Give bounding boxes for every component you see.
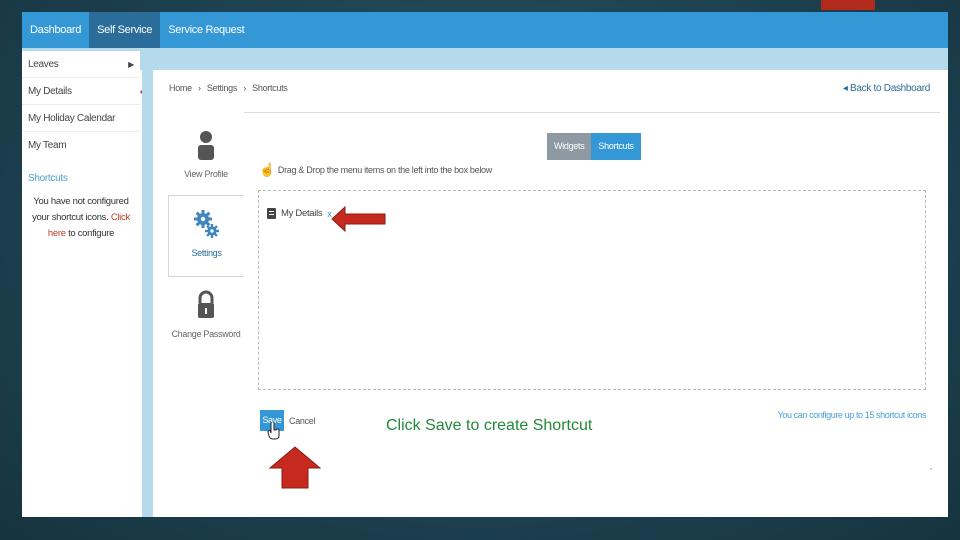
breadcrumb-separator: › — [198, 83, 201, 93]
sidebar-item-label: My Holiday Calendar — [28, 113, 116, 124]
tab-widgets[interactable]: Widgets — [547, 133, 592, 160]
chevron-right-icon: ▶ — [128, 60, 134, 69]
hand-cursor-icon — [267, 422, 280, 440]
breadcrumb: Home › Settings › Shortcuts — [169, 83, 291, 93]
sidebar-item-my-details[interactable]: My Details — [22, 78, 146, 105]
annotation-arrow-up — [268, 446, 322, 489]
sidebar-item-leaves[interactable]: Leaves ▶ — [22, 51, 140, 78]
cancel-button[interactable]: Cancel — [289, 416, 316, 426]
shortcut-limit-hint: You can configure up to 15 shortcut icon… — [777, 410, 927, 420]
user-icon — [198, 131, 214, 160]
tab-group: Widgets Shortcuts — [547, 133, 641, 160]
shortcuts-empty-note: You have not configured your shortcut ic… — [22, 190, 140, 246]
decorative-dot — [930, 468, 932, 470]
drag-drop-instruction: ☝ Drag & Drop the menu items on the left… — [259, 162, 492, 177]
nav-self-service[interactable]: Self Service — [89, 12, 161, 48]
back-to-dashboard-link[interactable]: ◂ Back to Dashboard — [843, 83, 930, 94]
settings-nav-label: Change Password — [171, 329, 241, 339]
gears-icon — [193, 210, 219, 238]
pointer-hand-icon: ☝ — [259, 162, 275, 177]
chevron-left-icon: ◂ — [842, 83, 848, 94]
lock-icon — [198, 290, 214, 318]
instruction-text: Drag & Drop the menu items on the left i… — [277, 165, 492, 175]
app-screen: Dashboard Self Service Service Request L… — [22, 12, 948, 517]
breadcrumb-shortcuts: Shortcuts — [252, 83, 288, 93]
back-link-label: Back to Dashboard — [850, 83, 930, 94]
annotation-caption: Click Save to create Shortcut — [386, 417, 593, 434]
tab-shortcuts[interactable]: Shortcuts — [591, 133, 641, 160]
settings-nav: View Profile Settings Change Password — [168, 117, 244, 355]
sidebar-section-shortcuts: Shortcuts — [28, 173, 68, 184]
settings-nav-label: View Profile — [184, 169, 228, 179]
sidebar-item-label: My Details — [28, 86, 72, 97]
breadcrumb-home[interactable]: Home — [169, 83, 192, 93]
nav-dashboard[interactable]: Dashboard — [22, 12, 89, 48]
document-icon — [267, 208, 276, 219]
settings-nav-settings[interactable]: Settings — [168, 195, 244, 277]
settings-nav-label: Settings — [191, 248, 222, 258]
shortcut-chip-my-details[interactable]: My Details x — [267, 208, 332, 219]
nav-service-request[interactable]: Service Request — [160, 12, 252, 48]
note-text-end: to configure — [68, 228, 115, 239]
sidebar-divider-strip — [142, 70, 153, 517]
sidebar-item-my-team[interactable]: My Team — [22, 132, 140, 159]
shortcut-chip-label: My Details — [281, 208, 323, 219]
sidebar: Leaves ▶ My Details My Holiday Calendar … — [22, 51, 146, 517]
settings-nav-view-profile[interactable]: View Profile — [168, 117, 244, 195]
shortcut-drop-zone[interactable]: My Details x — [258, 190, 926, 390]
decorative-red-tab — [821, 0, 875, 10]
breadcrumb-settings[interactable]: Settings — [207, 83, 237, 93]
shortcuts-panel: Widgets Shortcuts ☝ Drag & Drop the menu… — [244, 112, 940, 517]
sub-header-bar — [22, 48, 948, 70]
sidebar-item-label: My Team — [28, 140, 67, 151]
top-nav-bar: Dashboard Self Service Service Request — [22, 12, 948, 48]
annotation-arrow-left — [331, 206, 386, 232]
settings-nav-change-password[interactable]: Change Password — [168, 277, 244, 355]
breadcrumb-separator: › — [243, 83, 246, 93]
sidebar-item-label: Leaves — [28, 59, 59, 70]
sidebar-item-holiday-calendar[interactable]: My Holiday Calendar — [22, 105, 140, 132]
